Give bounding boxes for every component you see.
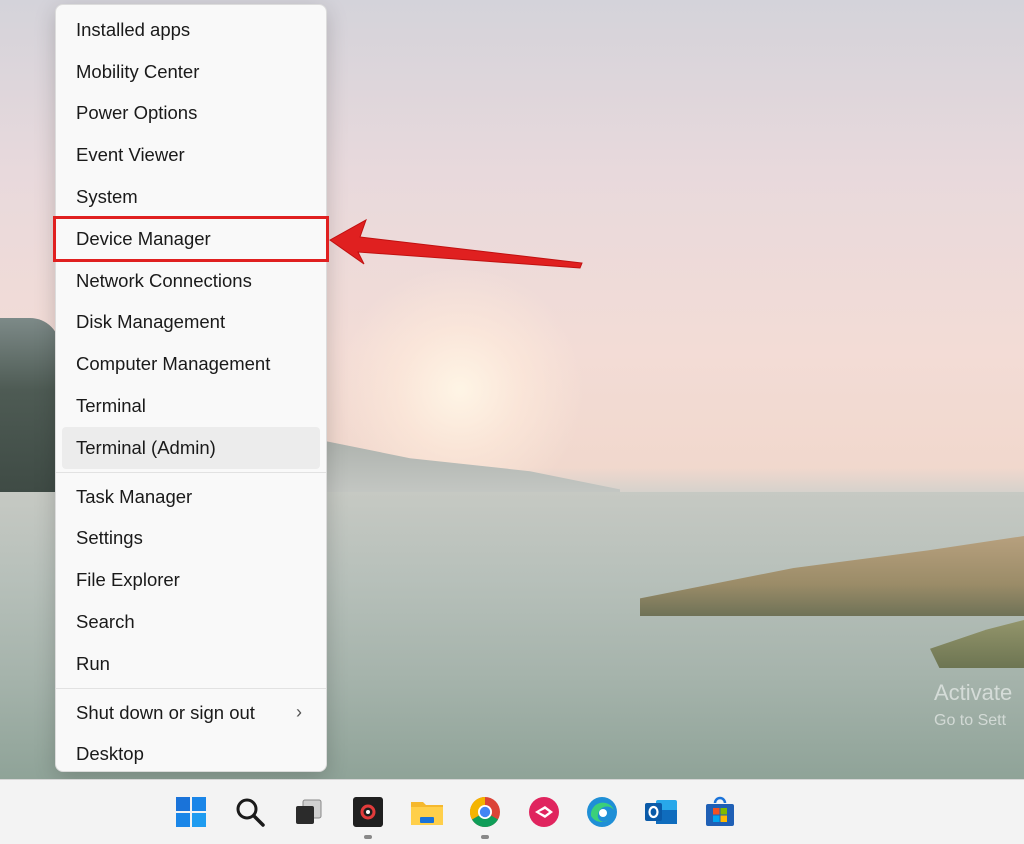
running-indicator: [364, 835, 372, 839]
menu-item-computer-management[interactable]: Computer Management: [62, 343, 320, 385]
menu-item-disk-management[interactable]: Disk Management: [62, 302, 320, 344]
menu-item-installed-apps[interactable]: Installed apps: [62, 9, 320, 51]
quick-link-menu: Installed apps Mobility Center Power Opt…: [53, 4, 329, 772]
file-explorer-icon[interactable]: [409, 794, 445, 830]
app-dark-icon[interactable]: [350, 794, 386, 839]
menu-item-device-manager[interactable]: Device Manager: [53, 215, 329, 262]
menu-item-mobility-center[interactable]: Mobility Center: [62, 51, 320, 93]
task-view-icon[interactable]: [291, 794, 327, 830]
menu-item-terminal-admin[interactable]: Terminal (Admin): [62, 426, 320, 469]
menu-item-system[interactable]: System: [62, 176, 320, 218]
start-icon[interactable]: [173, 794, 209, 830]
menu-separator: [56, 687, 326, 689]
outlook-icon[interactable]: [643, 794, 679, 830]
watermark-subtitle: Go to Sett: [934, 712, 1007, 729]
menu-item-search[interactable]: Search: [62, 601, 320, 643]
menu-item-settings[interactable]: Settings: [62, 518, 320, 560]
menu-separator: [56, 471, 326, 473]
microsoft-store-icon[interactable]: [702, 794, 738, 830]
chevron-right-icon: ›: [296, 702, 302, 723]
watermark-title: Activate: [934, 680, 1013, 705]
menu-item-file-explorer[interactable]: File Explorer: [62, 559, 320, 601]
menu-item-event-viewer[interactable]: Event Viewer: [62, 134, 320, 176]
edge-icon[interactable]: [584, 794, 620, 830]
pink-app-icon[interactable]: [526, 794, 562, 830]
search-icon[interactable]: [232, 794, 268, 830]
activation-watermark: Activate Go to Sett: [934, 680, 1012, 730]
menu-item-terminal[interactable]: Terminal: [62, 385, 320, 427]
menu-item-task-manager[interactable]: Task Manager: [62, 476, 320, 518]
taskbar: [0, 779, 1024, 844]
menu-item-network-connections[interactable]: Network Connections: [62, 260, 320, 302]
wallpaper-hill: [0, 318, 60, 498]
chrome-icon[interactable]: [467, 794, 503, 839]
menu-item-shut-down[interactable]: Shut down or sign out ›: [62, 692, 320, 734]
menu-item-run[interactable]: Run: [62, 643, 320, 685]
menu-item-desktop[interactable]: Desktop: [62, 734, 320, 776]
menu-item-power-options[interactable]: Power Options: [62, 93, 320, 135]
menu-item-shut-down-label: Shut down or sign out: [76, 701, 255, 723]
running-indicator: [481, 835, 489, 839]
